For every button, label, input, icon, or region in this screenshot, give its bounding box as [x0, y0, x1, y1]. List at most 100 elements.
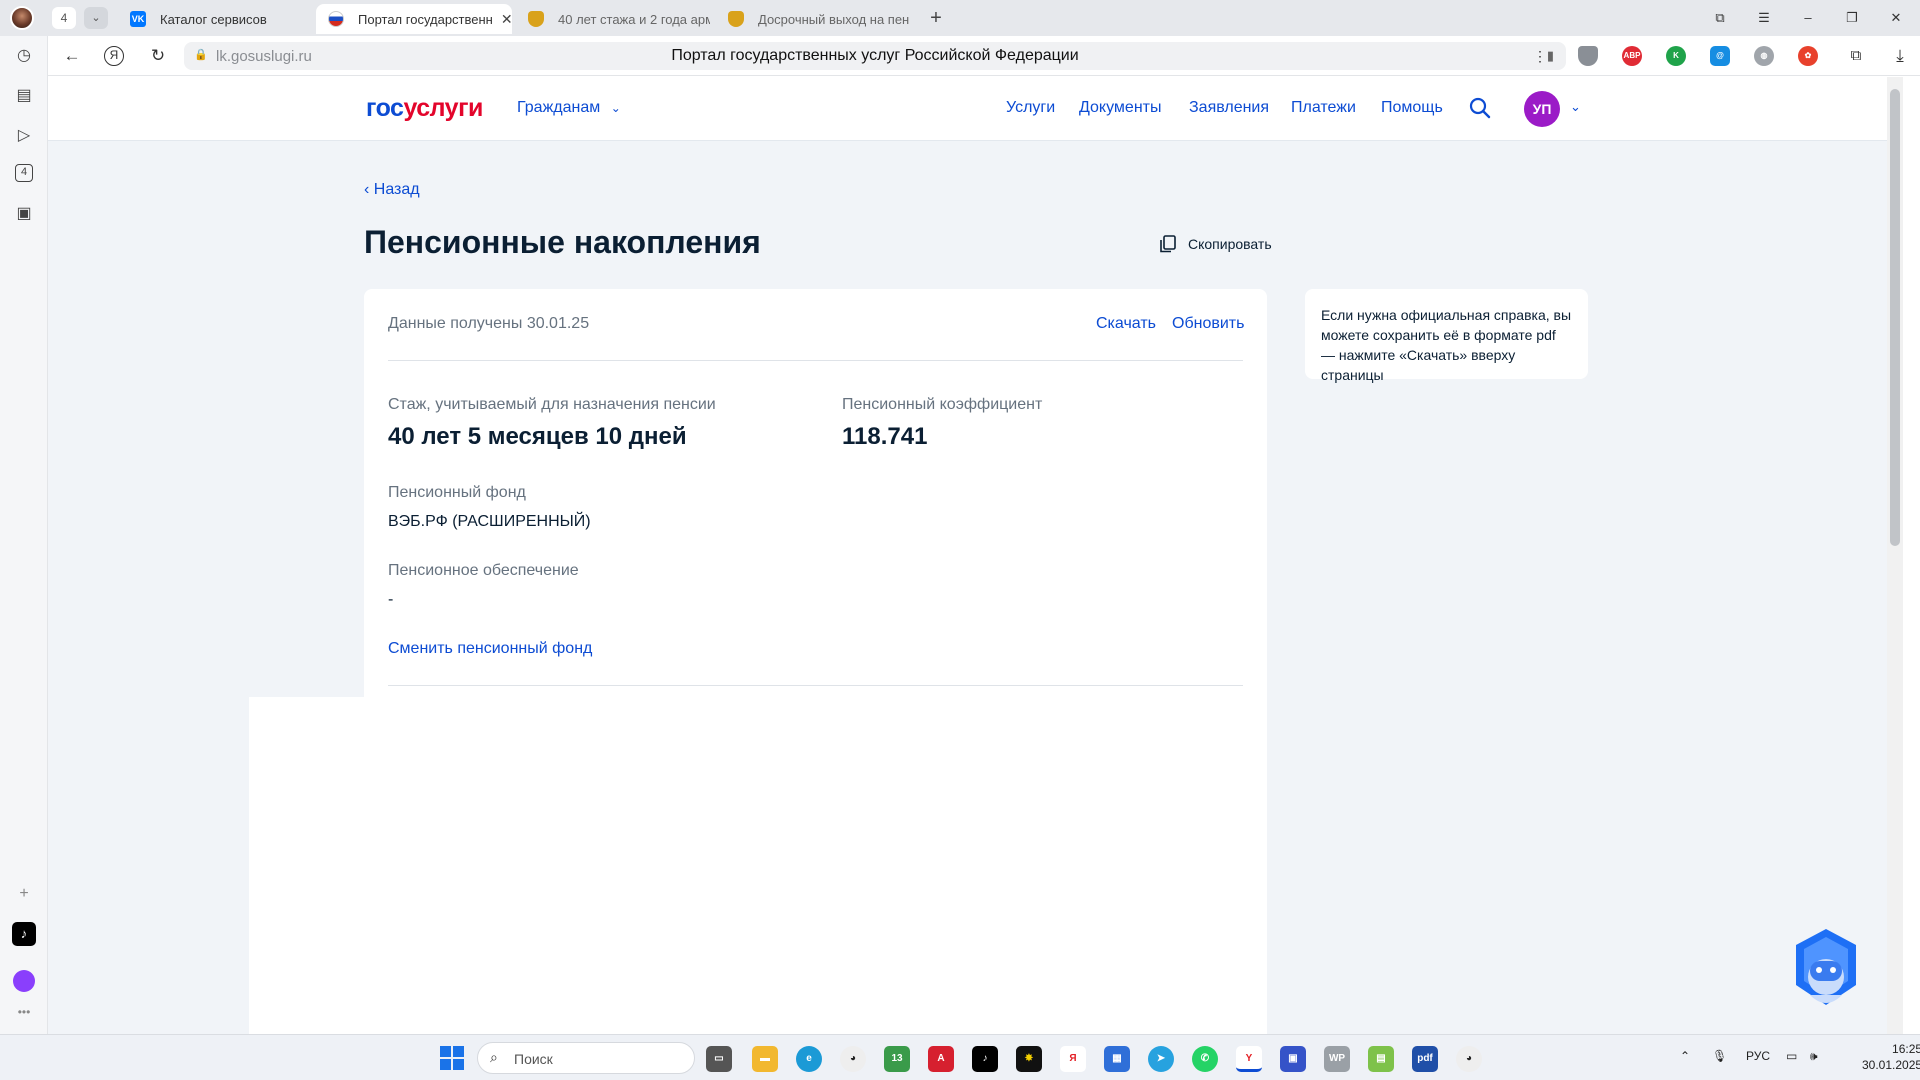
chevron-down-icon[interactable]: ⌄: [84, 7, 108, 29]
more-icon[interactable]: ⋮: [1528, 44, 1552, 68]
whatsapp-icon[interactable]: ✆: [1192, 1046, 1218, 1072]
play-icon[interactable]: ▷: [12, 124, 36, 148]
wup-icon[interactable]: WP: [1324, 1046, 1350, 1072]
four-icon[interactable]: 4: [15, 164, 33, 182]
shield-icon: [728, 11, 744, 27]
history-icon[interactable]: ◷: [12, 44, 36, 68]
nav-help[interactable]: Помощь: [1381, 99, 1443, 117]
download-icon[interactable]: ⤓: [1888, 44, 1912, 68]
telegram-icon[interactable]: ➤: [1148, 1046, 1174, 1072]
refresh-link[interactable]: Обновить: [1172, 315, 1244, 333]
page-title: Пенсионные накопления: [364, 224, 761, 260]
chevron-left-icon: ‹: [364, 181, 370, 198]
seniority-label: Стаж, учитываемый для назначения пенсии: [388, 396, 716, 413]
user-avatar[interactable]: УП: [1524, 91, 1560, 127]
info-box: Если нужна официальная справка, вы может…: [1305, 289, 1588, 383]
panda-icon[interactable]: ◕: [840, 1046, 866, 1072]
flag-icon: [328, 11, 344, 27]
language-indicator[interactable]: РУС: [1746, 1049, 1770, 1063]
fund-value: ВЭБ.РФ (РАСШИРЕННЫЙ): [388, 513, 591, 530]
windows-start-icon[interactable]: [440, 1046, 464, 1070]
url-field[interactable]: 🔒 lk.gosuslugi.ru Портал государственных…: [184, 42, 1566, 70]
collections-icon[interactable]: ⧉: [1844, 44, 1868, 68]
tab-count-badge[interactable]: 4: [52, 7, 76, 29]
yandex-browser-icon[interactable]: Y: [1236, 1046, 1262, 1072]
acrobat-icon[interactable]: A: [928, 1046, 954, 1072]
flower-icon[interactable]: ✿: [1798, 46, 1818, 66]
nav-applications[interactable]: Заявления: [1189, 99, 1269, 117]
store-icon[interactable]: ▦: [1104, 1046, 1130, 1072]
search-icon[interactable]: [1468, 96, 1492, 120]
provision-label: Пенсионное обеспечение: [388, 562, 579, 579]
volume-icon[interactable]: 🕪: [1810, 1049, 1818, 1064]
assistant-robot-icon[interactable]: [1790, 925, 1862, 1015]
kaspersky-icon[interactable]: K: [1666, 46, 1686, 66]
nav-payments[interactable]: Платежи: [1291, 99, 1356, 117]
back-link[interactable]: ‹ Назад: [364, 181, 420, 199]
screenshot-icon[interactable]: ▣: [12, 202, 36, 226]
shield-icon: [528, 11, 544, 27]
download-link[interactable]: Скачать: [1096, 315, 1156, 333]
system-clock[interactable]: 16:25 30.01.2025: [1862, 1041, 1920, 1073]
file-explorer-icon[interactable]: ▬: [752, 1046, 778, 1072]
add-icon[interactable]: +: [12, 882, 36, 906]
chevron-down-icon[interactable]: ⌄: [1570, 99, 1581, 115]
more-icon[interactable]: •••: [12, 1000, 36, 1024]
taskbar-search[interactable]: ⌕ Поиск: [477, 1042, 695, 1074]
change-fund-link[interactable]: Сменить пенсионный фонд: [388, 640, 592, 658]
close-window-button[interactable]: ✕: [1884, 6, 1908, 30]
yandex-icon[interactable]: Я: [104, 46, 124, 66]
microphone-icon[interactable]: 🎙: [1712, 1049, 1727, 1063]
page-viewport: госуслуги Гражданам ⌄ Услуги Документы З…: [48, 77, 1903, 1034]
tiktok-icon[interactable]: ♪: [972, 1046, 998, 1072]
close-tab-icon[interactable]: ✕: [501, 11, 512, 28]
burst-icon[interactable]: ✸: [1016, 1046, 1042, 1072]
shield-icon[interactable]: [1578, 46, 1598, 66]
tab-services-catalog[interactable]: VK Каталог сервисов: [126, 4, 312, 34]
save-icon[interactable]: ▣: [1280, 1046, 1306, 1072]
audience-dropdown[interactable]: Гражданам ⌄: [517, 99, 621, 117]
browser-sidebar: ◷ ▤ ▷ 4 ▣ + ♪ •••: [0, 36, 48, 1034]
copy-button[interactable]: Скопировать: [1160, 235, 1272, 253]
globe-icon[interactable]: ◍: [1754, 46, 1774, 66]
url-page-title: Портал государственных услуг Российской …: [671, 47, 1079, 64]
search-icon: ⌕: [490, 1049, 498, 1065]
mail-icon[interactable]: @: [1710, 46, 1730, 66]
nav-services[interactable]: Услуги: [1006, 99, 1055, 117]
pdf-icon[interactable]: pdf: [1412, 1046, 1438, 1072]
tab-early-retirement[interactable]: Досрочный выход на пен: [724, 4, 910, 34]
received-date: Данные получены 30.01.25: [388, 315, 590, 332]
chevron-down-icon: ⌄: [610, 101, 621, 115]
green-app-icon[interactable]: ▤: [1368, 1046, 1394, 1072]
edge-icon[interactable]: e: [796, 1046, 822, 1072]
chevron-up-icon[interactable]: ⌃: [1680, 1049, 1690, 1063]
new-tab-button[interactable]: +: [924, 4, 948, 32]
profile-avatar[interactable]: [10, 6, 34, 30]
tiktok-icon[interactable]: ♪: [12, 922, 36, 946]
restore-button[interactable]: ❐: [1840, 6, 1864, 30]
site-header: госуслуги Гражданам ⌄ Услуги Документы З…: [48, 77, 1903, 141]
coefficient-value: 118.741: [842, 423, 928, 450]
notes-icon[interactable]: ▤: [12, 84, 36, 108]
reload-icon[interactable]: ↻: [146, 44, 170, 68]
back-arrow-icon[interactable]: ←: [60, 44, 84, 68]
tab-gosuslugi[interactable]: Портал государственн ✕: [316, 4, 512, 34]
collections-icon[interactable]: ⧉: [1708, 6, 1732, 30]
panda-icon[interactable]: ◕: [1456, 1046, 1482, 1072]
yandex-icon[interactable]: Я: [1060, 1046, 1086, 1072]
gosuslugi-logo[interactable]: госуслуги: [366, 94, 483, 123]
tab-40-years[interactable]: 40 лет стажа и 2 года арм: [524, 4, 710, 34]
scrollbar[interactable]: [1887, 77, 1903, 1034]
minimize-button[interactable]: –: [1796, 6, 1820, 30]
nav-documents[interactable]: Документы: [1079, 99, 1161, 117]
adblock-icon[interactable]: ABP: [1622, 46, 1642, 66]
windows-taskbar: ⌕ Поиск ▭ ▬ e ◕ 13 A ♪ ✸ Я ▦ ➤ ✆ Y ▣ WP …: [0, 1034, 1920, 1080]
scrollbar-thumb[interactable]: [1890, 89, 1900, 546]
task-view-icon[interactable]: ▭: [706, 1046, 732, 1072]
network-icon[interactable]: ▭: [1786, 1049, 1797, 1063]
alice-icon[interactable]: [13, 970, 35, 992]
calendar-icon[interactable]: 13: [884, 1046, 910, 1072]
menu-icon[interactable]: ☰: [1752, 6, 1776, 30]
coefficient-label: Пенсионный коэффициент: [842, 396, 1043, 413]
divider: [388, 685, 1243, 686]
